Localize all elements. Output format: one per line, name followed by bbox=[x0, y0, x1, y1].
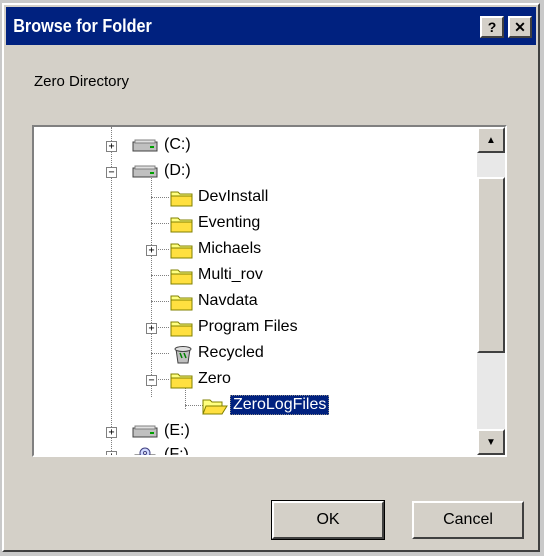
tree-line bbox=[151, 223, 169, 224]
folder-icon bbox=[170, 191, 193, 207]
scroll-thumb[interactable] bbox=[477, 177, 505, 353]
tree-item-label: DevInstall bbox=[198, 188, 269, 205]
cancel-button[interactable]: Cancel bbox=[412, 501, 524, 539]
tree-item-label: Eventing bbox=[198, 214, 261, 231]
window-title: Browse for Folder bbox=[13, 15, 152, 36]
tree-line bbox=[151, 173, 152, 397]
tree-item-label: Zero bbox=[198, 370, 231, 387]
ok-button[interactable]: OK bbox=[271, 500, 385, 540]
tree-line bbox=[185, 405, 203, 406]
tree-item-label: Recycled bbox=[198, 344, 264, 361]
tree-line bbox=[151, 353, 169, 354]
tree-item-label: Multi_rov bbox=[198, 266, 263, 283]
folder-icon bbox=[170, 269, 193, 285]
vertical-scrollbar[interactable]: ▲ ▼ bbox=[477, 127, 505, 455]
prompt-label: Zero Directory bbox=[34, 73, 130, 90]
tree-line bbox=[151, 275, 169, 276]
tree-item-label: (C:) bbox=[164, 136, 191, 153]
tree-item-label: Program Files bbox=[198, 318, 298, 335]
drive-icon bbox=[132, 425, 158, 438]
scroll-down-button[interactable]: ▼ bbox=[477, 429, 505, 455]
folder-icon bbox=[170, 243, 193, 259]
tree-item-label: (F:) bbox=[164, 446, 189, 455]
tree-item-label-selected: ZeroLogFiles bbox=[230, 395, 330, 415]
tree-item-label: Navdata bbox=[198, 292, 258, 309]
expand-icon[interactable]: + bbox=[106, 427, 117, 438]
close-button[interactable]: ✕ bbox=[508, 16, 532, 38]
tree-line bbox=[151, 301, 169, 302]
collapse-icon[interactable]: − bbox=[146, 375, 157, 386]
collapse-icon[interactable]: − bbox=[106, 167, 117, 178]
folder-icon bbox=[170, 217, 193, 233]
tree-line bbox=[151, 197, 169, 198]
drive-icon bbox=[132, 165, 158, 178]
folder-icon bbox=[170, 321, 193, 337]
folder-tree-content: + (C:) − (D:) DevInstall Eventing + Mich… bbox=[34, 127, 477, 455]
expand-icon[interactable]: + bbox=[146, 245, 157, 256]
expand-icon[interactable]: + bbox=[106, 451, 117, 455]
expand-icon[interactable]: + bbox=[106, 141, 117, 152]
expand-icon[interactable]: + bbox=[146, 323, 157, 334]
open-folder-icon bbox=[202, 399, 228, 415]
title-bar[interactable]: Browse for Folder ? ✕ bbox=[6, 7, 536, 45]
folder-icon bbox=[170, 295, 193, 311]
cd-drive-icon bbox=[134, 447, 156, 455]
folder-tree[interactable]: + (C:) − (D:) DevInstall Eventing + Mich… bbox=[32, 125, 507, 457]
tree-item-label: (E:) bbox=[164, 422, 190, 439]
tree-item-label: (D:) bbox=[164, 162, 191, 179]
browse-for-folder-dialog: Browse for Folder ? ✕ Zero Directory + (… bbox=[2, 3, 540, 552]
recycle-bin-icon bbox=[174, 346, 192, 364]
help-button[interactable]: ? bbox=[480, 16, 504, 38]
scroll-up-button[interactable]: ▲ bbox=[477, 127, 505, 153]
tree-item-label: Michaels bbox=[198, 240, 262, 257]
folder-icon bbox=[170, 373, 193, 389]
drive-icon bbox=[132, 139, 158, 152]
